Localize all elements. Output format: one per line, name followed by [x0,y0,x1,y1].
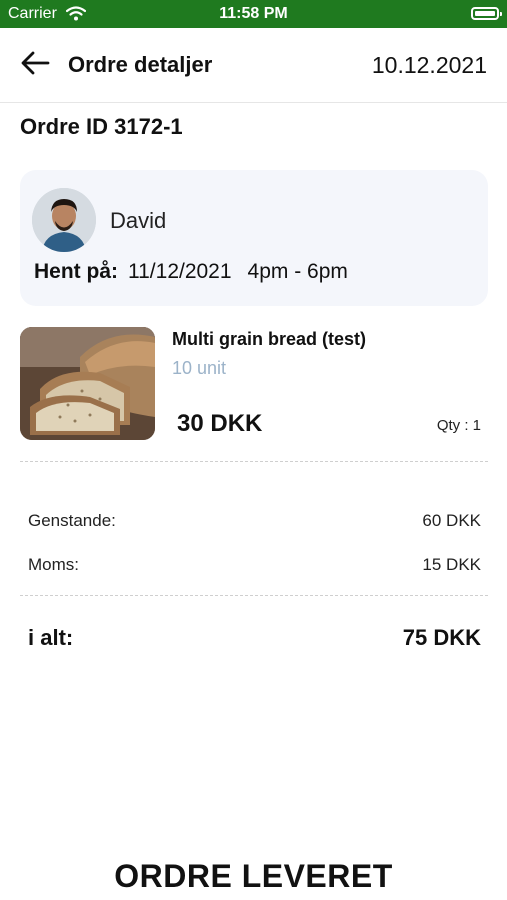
tax-value: 15 DKK [422,555,481,574]
pickup-info: Hent på: 11/12/2021 4pm - 6pm [34,260,348,284]
total-label: i alt: [28,625,74,650]
status-time: 11:58 PM [219,5,288,22]
divider [20,461,488,462]
back-button[interactable] [20,50,52,78]
items-value: 60 DKK [422,511,481,530]
customer-card: David Hent på: 11/12/2021 4pm - 6pm [20,170,488,306]
order-date: 10.12.2021 [371,52,487,78]
nav-header: Ordre detaljer 10.12.2021 [0,28,507,103]
product-image [20,327,155,440]
product-quantity: Qty : 1 [436,417,481,434]
pickup-label: Hent på: [34,260,118,283]
pickup-date: 11/12/2021 [128,260,232,283]
total-value: 75 DKK [402,625,481,650]
order-status-label: ORDRE LEVERET [114,858,393,894]
product-price: 30 DKK [177,410,263,437]
product-unit: 10 unit [172,358,227,378]
customer-name: David [110,208,167,233]
page-title: Ordre detaljer [68,52,213,77]
battery-icon [471,7,502,20]
order-id: Ordre ID 3172-1 [20,114,183,139]
avatar [32,188,96,252]
tax-label: Moms: [28,555,79,574]
status-bar: Carrier 11:58 PM [0,0,507,28]
pickup-time: 4pm - 6pm [247,260,348,283]
arrow-left-icon [20,51,50,80]
items-label: Genstande: [28,511,116,530]
divider [20,595,488,596]
product-name: Multi grain bread (test) [172,329,367,349]
